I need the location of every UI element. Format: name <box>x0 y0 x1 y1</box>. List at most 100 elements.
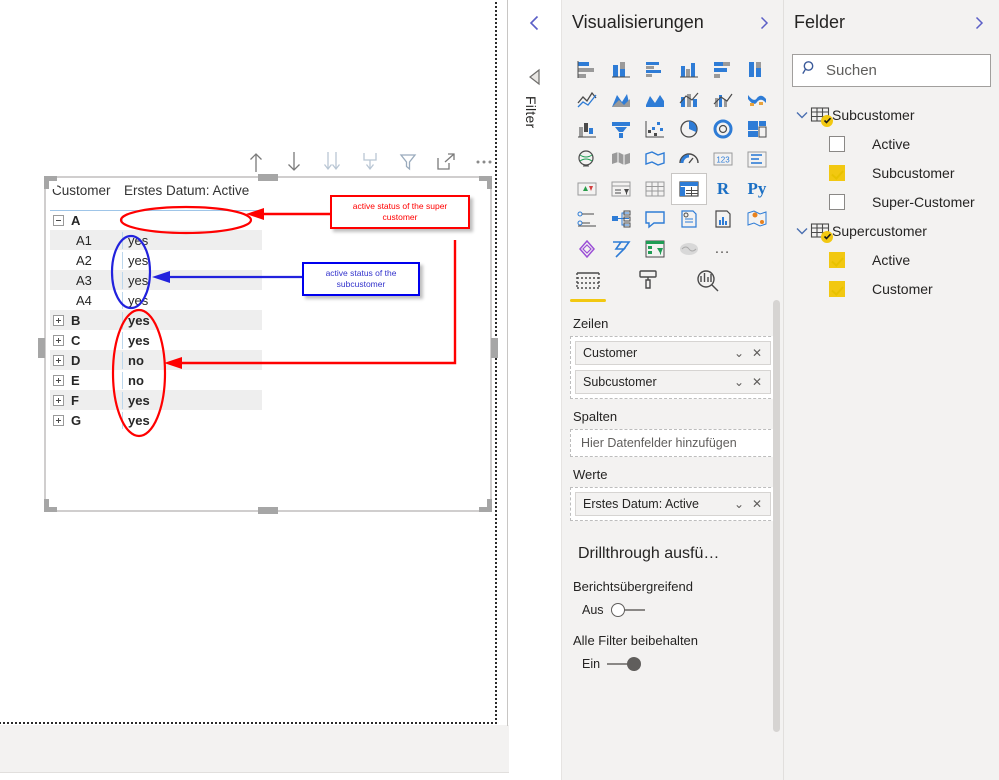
chevron-down-icon[interactable] <box>794 107 810 123</box>
powerapps-icon[interactable] <box>570 234 604 264</box>
azure-ml-icon[interactable] <box>672 234 706 264</box>
resize-handle-bottom-center[interactable] <box>258 507 278 514</box>
resize-handle-middle-left[interactable] <box>38 338 45 358</box>
fields-field-row[interactable]: Customer <box>784 274 999 303</box>
chevron-down-icon[interactable]: ⌄ <box>730 375 748 389</box>
well-empty-dropzone[interactable]: Hier Datenfelder hinzufügen <box>570 429 776 457</box>
focus-mode-icon[interactable] <box>435 150 457 174</box>
fields-table-node[interactable]: Supercustomer <box>784 216 999 245</box>
format-tab[interactable] <box>630 264 666 298</box>
expand-visualizations-chevron-icon[interactable] <box>756 15 772 31</box>
matrix-row[interactable]: A3 yes <box>50 270 262 290</box>
matrix-row-label-cell[interactable]: A <box>50 213 122 228</box>
matrix-row-label-cell[interactable]: F <box>50 393 122 408</box>
matrix-row[interactable]: Fyes <box>50 390 262 410</box>
resize-handle-top-left[interactable] <box>44 176 57 189</box>
filter-flyout-icon[interactable] <box>525 68 545 86</box>
100-stacked-bar-chart-icon[interactable] <box>706 54 740 84</box>
well-field-chip[interactable]: Customer ⌄ ✕ <box>575 341 771 365</box>
matrix-visual-container[interactable]: Customer Erstes Datum: Active A A1 yes A2 ye… <box>38 174 498 514</box>
matrix-value-cell[interactable]: no <box>122 351 262 369</box>
ribbon-chart-icon[interactable] <box>740 84 774 114</box>
funnel-chart-icon[interactable] <box>604 114 638 144</box>
matrix-value-cell[interactable]: yes <box>122 251 262 269</box>
power-automate-icon[interactable] <box>604 234 638 264</box>
stacked-column-chart-icon[interactable] <box>604 54 638 84</box>
column-header-customer[interactable]: Customer <box>50 183 122 198</box>
multi-row-card-icon[interactable] <box>740 144 774 174</box>
well-field-chip[interactable]: Erstes Datum: Active ⌄ ✕ <box>575 492 771 516</box>
key-influencers-icon[interactable] <box>570 204 604 234</box>
matrix-value-cell[interactable]: yes <box>122 411 262 429</box>
clustered-bar-chart-icon[interactable] <box>638 54 672 84</box>
clustered-column-chart-icon[interactable] <box>672 54 706 84</box>
matrix-row[interactable]: Gyes <box>50 410 262 430</box>
filter-icon[interactable] <box>397 150 419 174</box>
visualizations-pane-scrollbar[interactable] <box>773 300 780 732</box>
matrix-row-label-cell[interactable]: C <box>50 333 122 348</box>
filter-pane-rail[interactable]: Filter <box>509 0 562 780</box>
smart-narrative-icon[interactable] <box>672 204 706 234</box>
chevron-down-icon[interactable]: ⌄ <box>730 346 748 360</box>
expand-all-down-icon[interactable] <box>321 150 343 174</box>
matrix-row[interactable]: A2 yes <box>50 250 262 270</box>
matrix-value-cell[interactable]: yes <box>122 331 262 349</box>
kpi-icon[interactable] <box>570 174 604 204</box>
expand-row-icon[interactable] <box>53 334 64 346</box>
matrix-value-cell[interactable]: yes <box>122 291 262 309</box>
column-header-value[interactable]: Erstes Datum: Active <box>122 183 262 198</box>
field-checkbox[interactable] <box>829 135 845 152</box>
more-options-icon[interactable] <box>473 150 495 174</box>
resize-handle-top-right[interactable] <box>479 176 492 189</box>
qa-visual-icon[interactable] <box>638 204 672 234</box>
visual-type-gallery[interactable]: 123 R Py… <box>570 54 776 264</box>
chevron-down-icon[interactable]: ⌄ <box>730 497 748 511</box>
line-stacked-column-chart-icon[interactable] <box>672 84 706 114</box>
well-field-chip[interactable]: Subcustomer ⌄ ✕ <box>575 370 771 394</box>
stacked-bar-chart-icon[interactable] <box>570 54 604 84</box>
matrix-value-cell[interactable]: yes <box>122 311 262 329</box>
matrix-table[interactable]: Customer Erstes Datum: Active A A1 yes A2 ye… <box>50 183 262 430</box>
cross-report-toggle[interactable] <box>610 603 645 617</box>
matrix-value-cell[interactable]: no <box>122 371 262 389</box>
report-canvas-area[interactable]: Customer Erstes Datum: Active A A1 yes A2 ye… <box>0 0 509 780</box>
get-more-visuals-icon[interactable]: … <box>706 234 740 264</box>
go-to-next-level-icon[interactable] <box>359 150 381 174</box>
matrix-row[interactable]: Byes <box>50 310 262 330</box>
field-checkbox[interactable] <box>829 164 845 181</box>
map-icon[interactable] <box>570 144 604 174</box>
matrix-value-cell[interactable]: yes <box>122 391 262 409</box>
expand-row-icon[interactable] <box>53 374 64 386</box>
expand-row-icon[interactable] <box>53 314 64 326</box>
fields-tree[interactable]: Subcustomer Active Subcustomer Super-Custom… <box>784 100 999 303</box>
drill-down-icon[interactable] <box>283 150 305 174</box>
matrix-row-label-cell[interactable]: G <box>50 413 122 428</box>
keep-all-filters-toggle-row[interactable]: Ein <box>582 657 776 671</box>
paginated-report-icon[interactable] <box>706 204 740 234</box>
card-icon[interactable]: 123 <box>706 144 740 174</box>
field-checkbox[interactable] <box>829 251 845 268</box>
keep-all-filters-toggle[interactable] <box>607 657 642 671</box>
scatter-chart-icon[interactable] <box>638 114 672 144</box>
collapse-pane-chevron-icon[interactable] <box>525 13 545 33</box>
expand-row-icon[interactable] <box>53 414 64 426</box>
100-stacked-column-chart-icon[interactable] <box>740 54 774 84</box>
fields-field-row[interactable]: Active <box>784 129 999 158</box>
visual-header-toolbar[interactable] <box>245 148 495 176</box>
treemap-icon[interactable] <box>740 114 774 144</box>
visio-icon[interactable] <box>638 234 672 264</box>
collapse-row-icon[interactable] <box>53 214 64 226</box>
matrix-row-label-cell[interactable]: E <box>50 373 122 388</box>
matrix-row[interactable]: Cyes <box>50 330 262 350</box>
filter-pane-label[interactable]: Filter <box>523 96 539 128</box>
fields-field-row[interactable]: Subcustomer <box>784 158 999 187</box>
field-well-tabs[interactable] <box>570 264 770 306</box>
well-dropzone[interactable]: Customer ⌄ ✕ Subcustomer ⌄ ✕ <box>570 336 776 399</box>
r-script-visual-icon[interactable]: R <box>706 174 740 204</box>
matrix-row-label-cell[interactable]: A3 <box>50 273 122 288</box>
resize-handle-top-center[interactable] <box>258 174 278 181</box>
expand-fields-chevron-icon[interactable] <box>971 15 987 31</box>
field-checkbox[interactable] <box>829 193 845 210</box>
fields-search-input[interactable]: Suchen <box>792 54 991 87</box>
matrix-row-label-cell[interactable]: A2 <box>50 253 122 268</box>
